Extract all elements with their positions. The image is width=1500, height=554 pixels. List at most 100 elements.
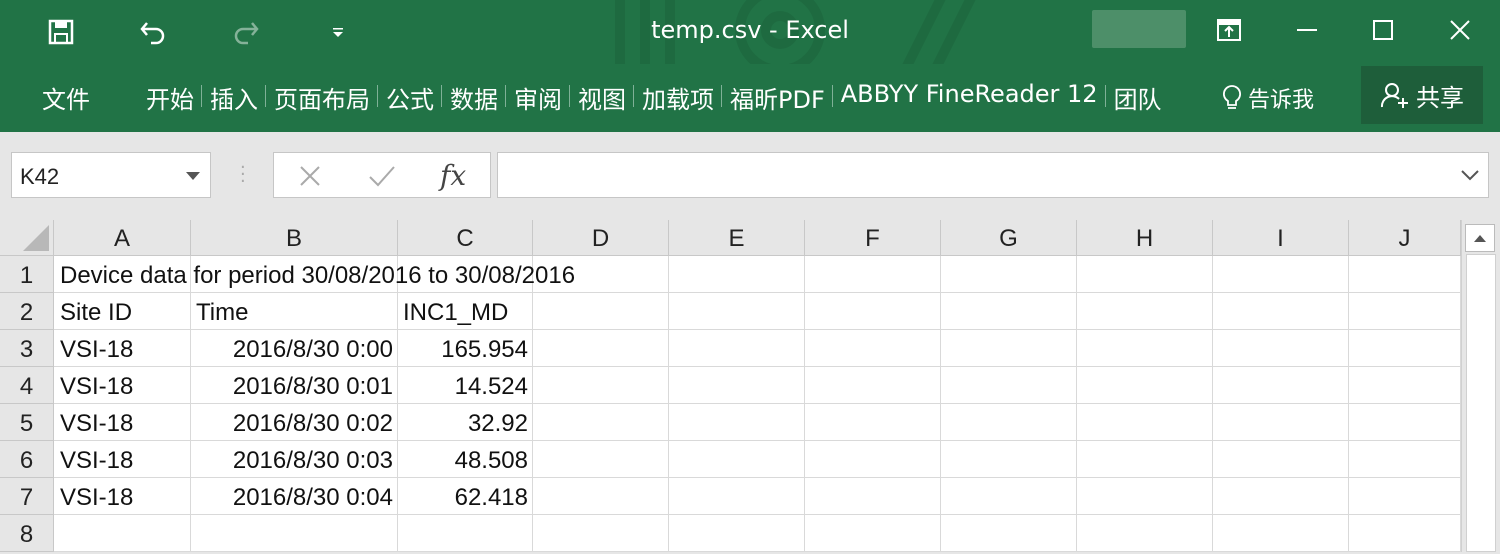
grid-cell[interactable] xyxy=(1213,441,1349,478)
tab-insert[interactable]: 插入 xyxy=(202,80,266,115)
cell-a7[interactable]: VSI-18 xyxy=(60,484,133,512)
cell-c5[interactable]: 32.92 xyxy=(468,410,528,438)
grid-cell[interactable] xyxy=(1349,330,1461,367)
grid-cell[interactable] xyxy=(941,478,1077,515)
grid-cell[interactable] xyxy=(1077,256,1213,293)
cell-a1[interactable]: Device data for period 30/08/2016 to 30/… xyxy=(60,262,575,290)
grid-cell[interactable] xyxy=(1077,330,1213,367)
grid-cell[interactable] xyxy=(533,478,669,515)
grid-cell[interactable] xyxy=(533,515,669,552)
cell-b7[interactable]: 2016/8/30 0:04 xyxy=(233,484,393,512)
row-header-4[interactable]: 4 xyxy=(0,367,54,404)
grid-cell[interactable] xyxy=(1213,515,1349,552)
grid-cell[interactable] xyxy=(1077,478,1213,515)
cell-a6[interactable]: VSI-18 xyxy=(60,447,133,475)
row-header-3[interactable]: 3 xyxy=(0,330,54,367)
cancel-icon[interactable] xyxy=(298,164,322,192)
grid-cell[interactable] xyxy=(669,367,805,404)
grid-cell[interactable] xyxy=(669,293,805,330)
cell-a3[interactable]: VSI-18 xyxy=(60,336,133,364)
grid-cell[interactable] xyxy=(1349,478,1461,515)
chevron-down-icon[interactable] xyxy=(186,172,200,180)
grid-cell[interactable] xyxy=(805,293,941,330)
grid-cell[interactable] xyxy=(941,515,1077,552)
grid-cell[interactable] xyxy=(941,293,1077,330)
vertical-scrollbar[interactable] xyxy=(1461,220,1500,552)
formula-input[interactable] xyxy=(497,152,1489,198)
cell-b4[interactable]: 2016/8/30 0:01 xyxy=(233,373,393,401)
share-button[interactable]: 共享 xyxy=(1361,66,1483,124)
grid-cell[interactable] xyxy=(805,478,941,515)
column-header-j[interactable]: J xyxy=(1349,220,1461,256)
grid-cell[interactable] xyxy=(805,256,941,293)
tab-review[interactable]: 审阅 xyxy=(506,80,570,115)
row-header-6[interactable]: 6 xyxy=(0,441,54,478)
grid-cell[interactable] xyxy=(1213,404,1349,441)
tab-team[interactable]: 团队 xyxy=(1106,80,1170,115)
grid-cell[interactable] xyxy=(1213,330,1349,367)
grid-cell[interactable] xyxy=(1077,515,1213,552)
grid-cell[interactable] xyxy=(398,515,533,552)
grid-cell[interactable] xyxy=(1213,256,1349,293)
grid-cell[interactable] xyxy=(669,330,805,367)
close-icon[interactable] xyxy=(1437,10,1483,50)
grid-cell[interactable] xyxy=(1349,515,1461,552)
cell-c3[interactable]: 165.954 xyxy=(441,336,528,364)
cell-c7[interactable]: 62.418 xyxy=(455,484,528,512)
cell-c4[interactable]: 14.524 xyxy=(455,373,528,401)
grid-cell[interactable] xyxy=(1213,478,1349,515)
grid-cell[interactable] xyxy=(191,515,398,552)
cell-b5[interactable]: 2016/8/30 0:02 xyxy=(233,410,393,438)
cell-c6[interactable]: 48.508 xyxy=(455,447,528,475)
maximize-icon[interactable] xyxy=(1360,10,1406,50)
grid-cell[interactable] xyxy=(941,441,1077,478)
select-all-button[interactable] xyxy=(0,220,54,256)
grid-cell[interactable] xyxy=(669,515,805,552)
grid-cell[interactable] xyxy=(1349,256,1461,293)
tab-add-ins[interactable]: 加载项 xyxy=(634,80,722,115)
cell-b3[interactable]: 2016/8/30 0:00 xyxy=(233,336,393,364)
grid-cell[interactable] xyxy=(941,330,1077,367)
grid-cell[interactable] xyxy=(533,330,669,367)
tab-file[interactable]: 文件 xyxy=(42,80,90,115)
grid-cell[interactable] xyxy=(533,293,669,330)
tell-me-search[interactable]: 告诉我 xyxy=(1222,82,1314,114)
column-header-g[interactable]: G xyxy=(941,220,1077,256)
row-header-5[interactable]: 5 xyxy=(0,404,54,441)
grid-cell[interactable] xyxy=(805,441,941,478)
grid-cell[interactable] xyxy=(805,367,941,404)
grid-cell[interactable] xyxy=(1077,367,1213,404)
grid-cell[interactable] xyxy=(1077,293,1213,330)
column-header-h[interactable]: H xyxy=(1077,220,1213,256)
row-header-8[interactable]: 8 xyxy=(0,515,54,552)
grid-cell[interactable] xyxy=(1349,367,1461,404)
tab-data[interactable]: 数据 xyxy=(442,80,506,115)
tab-formulas[interactable]: 公式 xyxy=(378,80,442,115)
grid-cell[interactable] xyxy=(669,404,805,441)
grid-cell[interactable] xyxy=(533,441,669,478)
grid-cell[interactable] xyxy=(805,404,941,441)
expand-formula-icon[interactable] xyxy=(1460,167,1480,186)
minimize-icon[interactable] xyxy=(1284,10,1330,50)
account-area[interactable] xyxy=(1092,10,1186,48)
grid-cell[interactable] xyxy=(669,478,805,515)
grid-cell[interactable] xyxy=(669,441,805,478)
column-header-c[interactable]: C xyxy=(398,220,533,256)
grid-cell[interactable] xyxy=(1077,404,1213,441)
column-header-b[interactable]: B xyxy=(191,220,398,256)
grid-cell[interactable] xyxy=(941,367,1077,404)
column-header-d[interactable]: D xyxy=(533,220,669,256)
scrollbar-thumb[interactable] xyxy=(1466,254,1496,552)
grid-cell[interactable] xyxy=(533,404,669,441)
tab-page-layout[interactable]: 页面布局 xyxy=(266,80,378,115)
column-header-e[interactable]: E xyxy=(669,220,805,256)
grid-cell[interactable] xyxy=(805,330,941,367)
column-header-i[interactable]: I xyxy=(1213,220,1349,256)
grid-cell[interactable] xyxy=(1213,293,1349,330)
grid-cell[interactable] xyxy=(805,515,941,552)
grid-cell[interactable] xyxy=(669,256,805,293)
row-header-1[interactable]: 1 xyxy=(0,256,54,293)
column-header-a[interactable]: A xyxy=(54,220,191,256)
tab-abbyy[interactable]: ABBYY FineReader 12 xyxy=(833,80,1106,115)
insert-function-icon[interactable]: fx xyxy=(440,159,466,192)
